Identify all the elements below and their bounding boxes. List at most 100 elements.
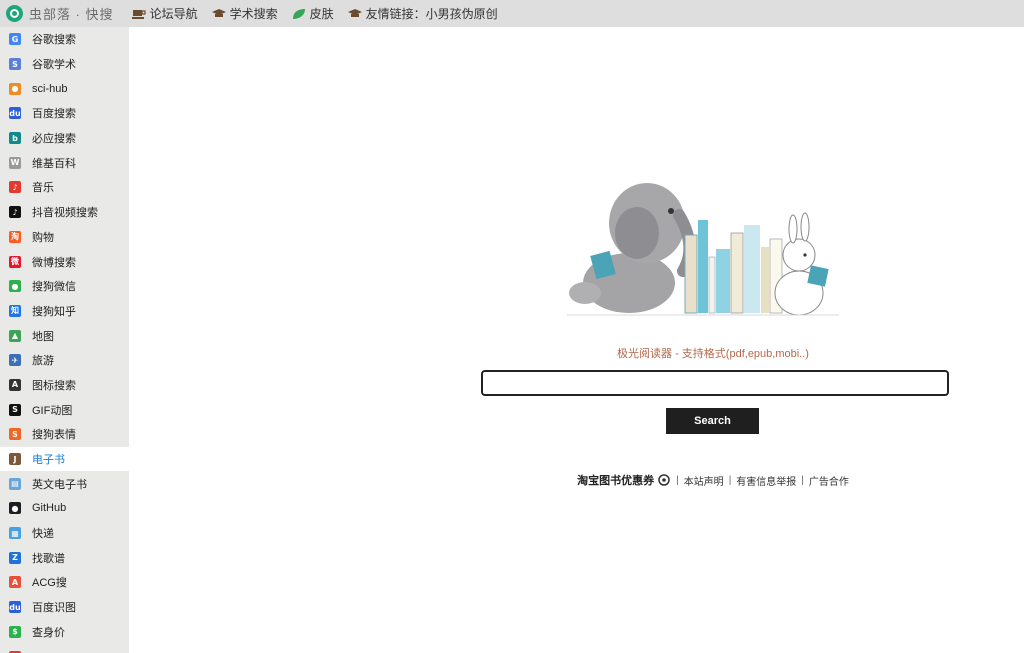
- sidebar-item[interactable]: ● GitHub: [0, 496, 129, 521]
- map-icon: ▲: [9, 329, 21, 342]
- sidebar-item[interactable]: W 维基百科: [0, 150, 129, 175]
- sidebar-item[interactable]: S 搜狗表情: [0, 422, 129, 447]
- sidebar-item-label: 地图: [32, 330, 54, 343]
- nav-academic-label: 学术搜索: [229, 7, 278, 21]
- logo-text: 虫部落 · 快搜: [29, 7, 114, 22]
- travel-icon: ✈: [9, 354, 21, 367]
- sidebar-item[interactable]: du 百度搜索: [0, 101, 129, 126]
- logo-icon: [6, 5, 23, 22]
- english-ebook-icon: ▤: [9, 477, 21, 490]
- sidebar-item-label: sci-hub: [32, 82, 68, 95]
- wechat-icon: ●: [9, 280, 21, 293]
- footer-separator: |: [801, 474, 804, 486]
- sidebar-item-label: 快递: [32, 528, 54, 541]
- sidebar-item-label: 找歌谱: [32, 552, 65, 565]
- sidebar-item-label: 百度识图: [32, 602, 76, 615]
- sidebar-item[interactable]: 淘购物: [0, 225, 129, 250]
- sidebar-item-label: 必应搜索: [32, 133, 76, 146]
- graduation-cap-icon: [347, 8, 362, 17]
- sidebar-item[interactable]: ● 搜狗微信: [0, 274, 129, 299]
- sidebar-item-label: 搜狗表情: [32, 429, 76, 442]
- sidebar-item[interactable]: ● sci-hub: [0, 76, 129, 101]
- sidebar-item-label: 搜狗微信: [32, 281, 76, 294]
- weibo-icon: 微: [9, 255, 21, 268]
- express-icon: ▦: [9, 527, 21, 540]
- leaf-icon: [292, 8, 305, 19]
- sogou-emoji-icon: S: [9, 428, 21, 441]
- sidebar-item[interactable]: A 图标搜索: [0, 373, 129, 398]
- footer-links: 淘宝图书优惠券 | 本站声明 | 有害信息举报 | 广告合作: [481, 472, 945, 488]
- sidebar-item[interactable]: [0, 644, 129, 653]
- search-button[interactable]: Search: [666, 408, 759, 434]
- sidebar-item[interactable]: ▲ 地图: [0, 323, 129, 348]
- bing-icon: b: [9, 132, 21, 145]
- nav-skin-link[interactable]: 皮肤: [292, 5, 334, 22]
- footer-disclaimer-link[interactable]: 本站声明: [684, 473, 724, 488]
- nav-academic-link[interactable]: 学术搜索: [211, 5, 278, 22]
- sidebar-item-label: 旅游: [32, 355, 54, 368]
- sidebar-item[interactable]: S GIF动图: [0, 397, 129, 422]
- sidebar-item[interactable]: ▤ 英文电子书: [0, 471, 129, 496]
- sidebar-item[interactable]: ♪ 音乐: [0, 175, 129, 200]
- sidebar-item-label: 查身价: [32, 626, 65, 639]
- nav-skin-label: 皮肤: [309, 7, 334, 21]
- sidebar-item-label: 电子书: [32, 454, 65, 467]
- reader-subtitle: 极光阅读器 - 支持格式(pdf,epub,mobi..): [617, 348, 809, 360]
- sidebar-item[interactable]: A ACG搜: [0, 570, 129, 595]
- douyin-icon: ♪: [9, 206, 21, 219]
- ebook-icon: J: [9, 453, 21, 466]
- nav-friend-link[interactable]: 友情链接：小男孩伪原创: [347, 5, 498, 22]
- sidebar-item-label: GitHub: [32, 502, 67, 515]
- sidebar-item[interactable]: ♪ 抖音视频搜索: [0, 200, 129, 225]
- sheet-music-icon: Z: [9, 551, 21, 564]
- sidebar-item[interactable]: G 谷歌搜索: [0, 27, 129, 52]
- nav-friend-label: 友情链接：小男孩伪原创: [365, 7, 498, 21]
- sidebar-item-label: 搜狗知乎: [32, 305, 76, 318]
- nav-forum-label: 论坛导航: [149, 7, 198, 21]
- sidebar-item[interactable]: ▦ 快递: [0, 521, 129, 546]
- search-input[interactable]: [481, 370, 949, 396]
- icon-search-icon: A: [9, 378, 21, 391]
- coffee-cup-icon: [131, 9, 146, 19]
- price-check-icon: $: [9, 625, 21, 638]
- graduation-cap-icon: [211, 8, 226, 17]
- main-content: 极光阅读器 - 支持格式(pdf,epub,mobi..) Search 淘宝图…: [129, 27, 1024, 653]
- gif-icon: S: [9, 403, 21, 416]
- footer-report-link[interactable]: 有害信息举报: [736, 473, 796, 488]
- sidebar-item-label: ACG搜: [32, 577, 67, 590]
- sidebar-item[interactable]: 微微博搜索: [0, 249, 129, 274]
- music-icon: ♪: [9, 181, 21, 194]
- sidebar-item[interactable]: Z 找歌谱: [0, 545, 129, 570]
- sidebar-item-label: 谷歌学术: [32, 59, 76, 72]
- sidebar-item[interactable]: J 电子书: [0, 446, 129, 472]
- zhihu-icon: 知: [9, 304, 21, 317]
- sidebar-item-label: 百度搜索: [32, 108, 76, 121]
- sidebar-item[interactable]: ✈ 旅游: [0, 348, 129, 373]
- top-bar: 虫部落 · 快搜 论坛导航 学术搜索 皮肤 友情链接：小男孩伪原创: [0, 0, 1024, 27]
- sidebar-item[interactable]: S 谷歌学术: [0, 52, 129, 77]
- sidebar-item-label: 维基百科: [32, 157, 76, 170]
- sidebar: G 谷歌搜索 S 谷歌学术 ● sci-hub du 百度搜索 b 必应搜索 W 维基百科 ♪ 音乐 ♪ 抖音…: [0, 27, 129, 653]
- site-logo[interactable]: 虫部落 · 快搜: [6, 4, 114, 23]
- sidebar-item-label: 购物: [32, 231, 54, 244]
- scihub-icon: ●: [9, 82, 21, 95]
- sidebar-item[interactable]: $ 查身价: [0, 620, 129, 645]
- sidebar-item-label: 音乐: [32, 182, 54, 195]
- google-icon: G: [9, 33, 21, 46]
- sidebar-item-label: 图标搜索: [32, 379, 76, 392]
- footer-separator: |: [676, 474, 679, 486]
- sidebar-item-label: 微博搜索: [32, 256, 76, 269]
- sidebar-item[interactable]: du 百度识图: [0, 595, 129, 620]
- github-icon: ●: [9, 502, 21, 515]
- sidebar-item-label: 英文电子书: [32, 478, 87, 491]
- sidebar-item[interactable]: b 必应搜索: [0, 126, 129, 151]
- taobao-coupon-link[interactable]: 淘宝图书优惠券: [577, 472, 654, 488]
- taobao-icon: 淘: [9, 230, 21, 243]
- nav-forum-link[interactable]: 论坛导航: [131, 5, 198, 22]
- baidu-icon: du: [9, 107, 21, 120]
- sidebar-item[interactable]: 知搜狗知乎: [0, 299, 129, 324]
- footer-ads-link[interactable]: 广告合作: [809, 473, 849, 488]
- sidebar-item-label: 抖音视频搜索: [32, 207, 98, 220]
- wikipedia-icon: W: [9, 156, 21, 169]
- footer-separator: |: [728, 474, 732, 486]
